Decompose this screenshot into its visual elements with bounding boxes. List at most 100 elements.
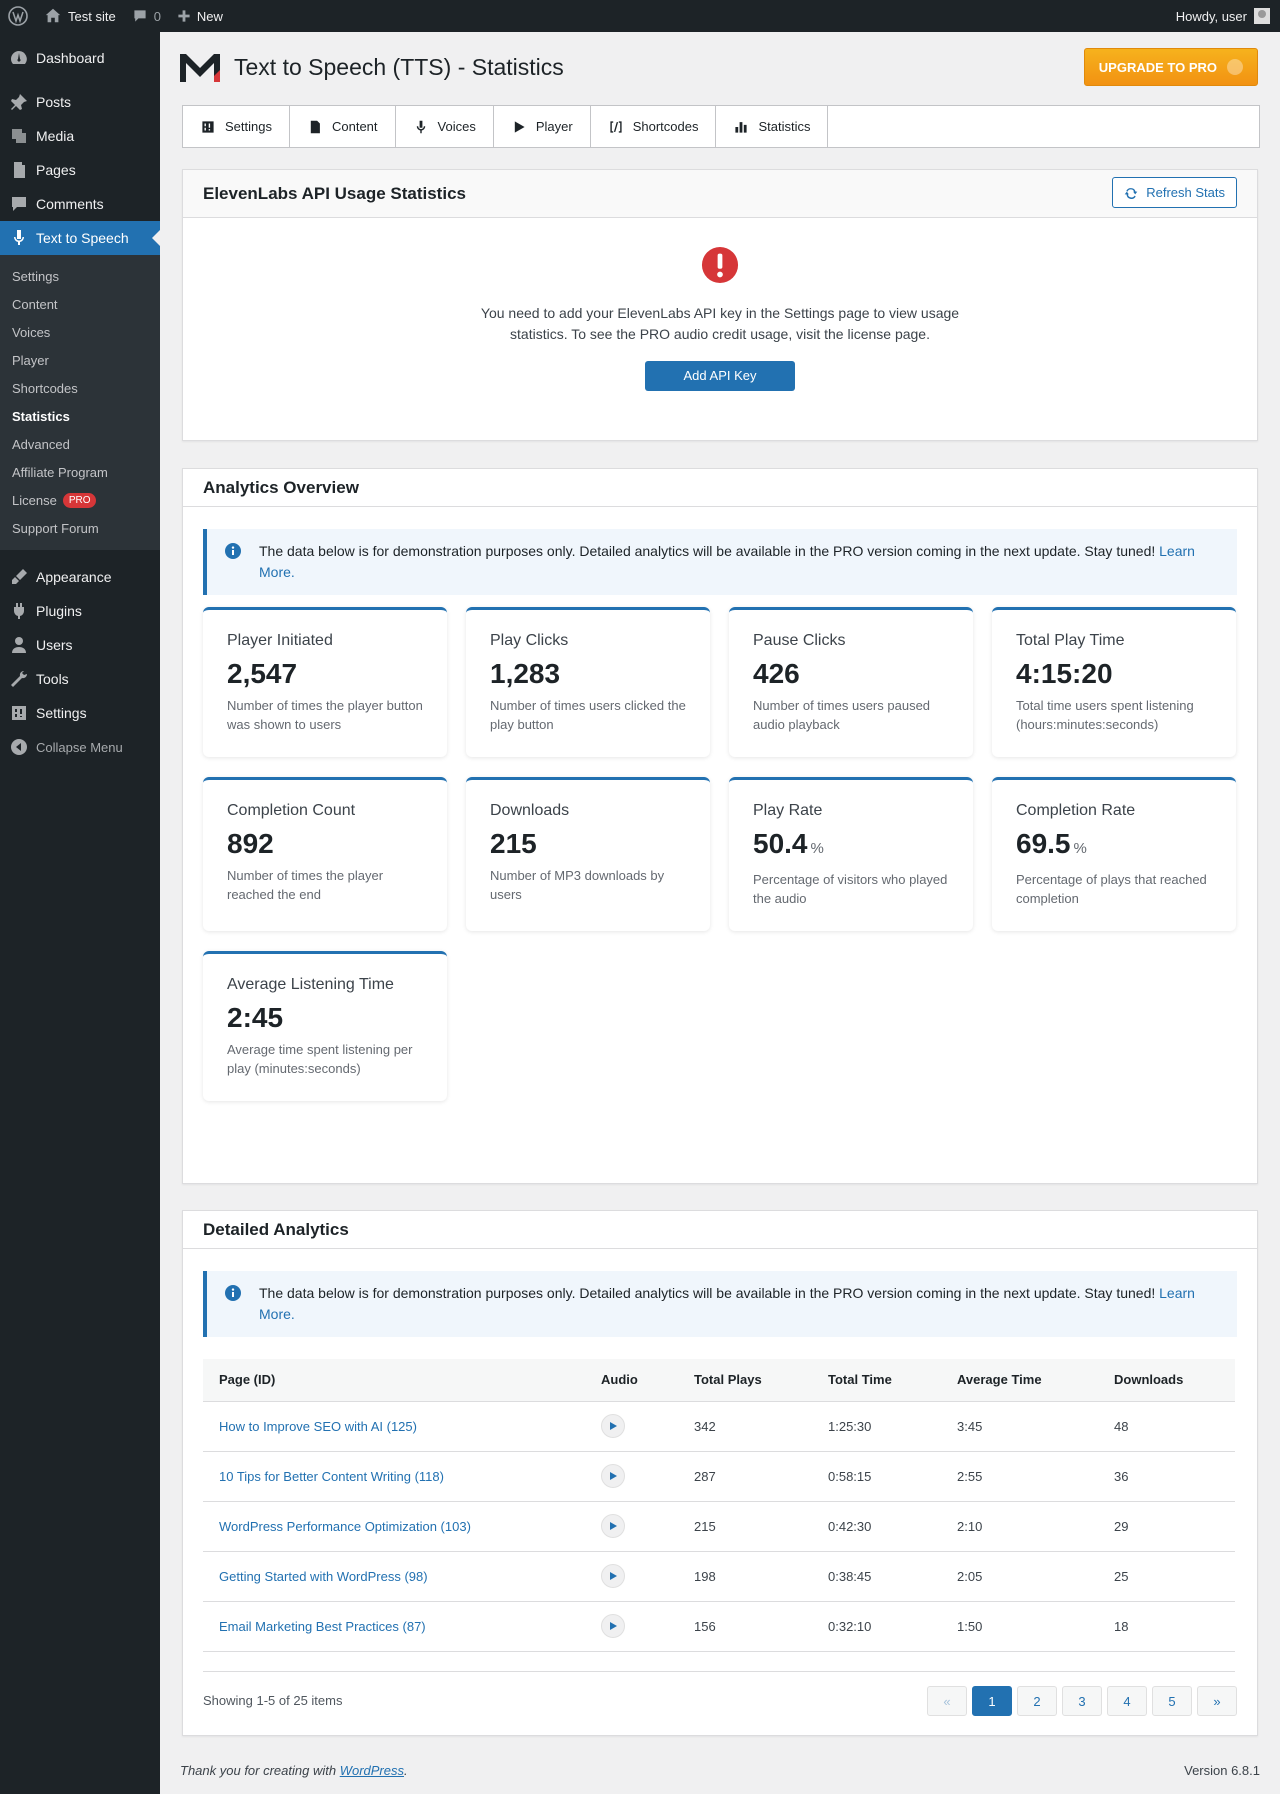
menu-dashboard[interactable]: Dashboard (0, 41, 160, 75)
submenu-license[interactable]: License PRO (0, 486, 160, 514)
play-audio-button[interactable] (601, 1514, 625, 1538)
tab-label: Player (535, 119, 573, 134)
page-button-3[interactable]: 3 (1062, 1686, 1102, 1716)
settings-sliders-icon (12, 706, 26, 720)
analytics-overview-card: Analytics Overview The data below is for… (182, 468, 1258, 1184)
play-audio-button[interactable] (601, 1464, 625, 1488)
site-name-link[interactable]: Test site (36, 0, 124, 32)
play-audio-button[interactable] (601, 1564, 625, 1588)
submenu-voices[interactable]: Voices (0, 318, 160, 346)
tab-statistics[interactable]: Statistics (716, 106, 829, 147)
menu-plugins[interactable]: Plugins (0, 594, 160, 628)
submenu-content[interactable]: Content (0, 290, 160, 318)
column-header[interactable]: Audio (585, 1359, 678, 1402)
plugin-logo-icon (180, 54, 220, 82)
wordpress-logo-icon[interactable] (0, 0, 36, 32)
submenu-statistics[interactable]: Statistics (0, 402, 160, 430)
page-link[interactable]: Getting Started with WordPress (98) (219, 1569, 428, 1584)
microphone-icon (416, 120, 425, 133)
column-header[interactable]: Average Time (941, 1359, 1098, 1402)
tab-shortcodes[interactable]: Shortcodes (591, 106, 717, 147)
add-api-key-button[interactable]: Add API Key (645, 361, 795, 391)
page-link[interactable]: How to Improve SEO with AI (125) (219, 1419, 417, 1434)
info-icon (225, 543, 241, 559)
submenu-shortcodes[interactable]: Shortcodes (0, 374, 160, 402)
upgrade-label: UPGRADE TO PRO (1098, 59, 1217, 75)
refresh-stats-button[interactable]: Refresh Stats (1112, 177, 1237, 208)
table-row: 10 Tips for Better Content Writing (118)… (203, 1451, 1235, 1502)
stat-number: 426 (753, 658, 800, 689)
new-content-link[interactable]: New (169, 0, 231, 32)
wordpress-link[interactable]: WordPress (340, 1763, 404, 1778)
page-button-4[interactable]: 4 (1107, 1686, 1147, 1716)
menu-media[interactable]: Media (0, 119, 160, 153)
stat-description: Number of times the player button was sh… (227, 698, 423, 732)
stat-number: 1,283 (490, 658, 561, 689)
collapse-menu-button[interactable]: Collapse Menu (0, 730, 160, 764)
menu-label: Users (36, 637, 73, 653)
pro-badge: PRO (62, 492, 97, 508)
table-row: Getting Started with WordPress (98) 198 … (203, 1551, 1235, 1602)
page-link[interactable]: Email Marketing Best Practices (87) (219, 1619, 426, 1634)
stat-label: Play Rate (753, 802, 823, 819)
demo-notice: The data below is for demonstration purp… (203, 529, 1237, 595)
menu-text-to-speech[interactable]: Text to Speech (0, 221, 160, 255)
upgrade-to-pro-button[interactable]: UPGRADE TO PRO (1083, 48, 1258, 86)
menu-label: Pages (36, 162, 76, 178)
comments-link[interactable]: 0 (124, 0, 169, 32)
play-audio-button[interactable] (601, 1614, 625, 1638)
stat-value: 2,547 (227, 658, 423, 690)
downloads: 18 (1098, 1601, 1235, 1652)
submenu-advanced[interactable]: Advanced (0, 430, 160, 458)
menu-appearance[interactable]: Appearance (0, 560, 160, 594)
average-time: 2:55 (941, 1451, 1098, 1502)
tab-voices[interactable]: Voices (396, 106, 494, 147)
menu-tools[interactable]: Tools (0, 662, 160, 696)
submenu-settings[interactable]: Settings (0, 262, 160, 290)
comments-count: 0 (153, 8, 161, 24)
menu-pages[interactable]: Pages (0, 153, 160, 187)
play-audio-button[interactable] (601, 1414, 625, 1438)
stat-card: Player Initiated 2,547 Number of times t… (203, 607, 447, 757)
downloads: 48 (1098, 1401, 1235, 1452)
menu-settings[interactable]: Settings (0, 696, 160, 730)
footer-version: Version 6.8.1 (1184, 1763, 1260, 1778)
api-usage-card: ElevenLabs API Usage Statistics Refresh … (182, 169, 1258, 441)
tab-player[interactable]: Player (494, 106, 591, 147)
plus-icon (178, 10, 190, 22)
total-plays: 215 (678, 1501, 812, 1552)
column-header[interactable]: Total Plays (678, 1359, 812, 1402)
page-link[interactable]: 10 Tips for Better Content Writing (118) (219, 1469, 444, 1484)
stat-value: 69.5% (1016, 828, 1212, 860)
menu-comments[interactable]: Comments (0, 187, 160, 221)
submenu-affiliate[interactable]: Affiliate Program (0, 458, 160, 486)
menu-users[interactable]: Users (0, 628, 160, 662)
stat-number: 215 (490, 828, 537, 859)
column-header[interactable]: Total Time (812, 1359, 941, 1402)
page-button-1[interactable]: 1 (972, 1686, 1012, 1716)
downloads: 25 (1098, 1551, 1235, 1602)
stat-description: Number of MP3 downloads by users (490, 868, 665, 902)
avatar (1254, 8, 1270, 24)
tab-settings[interactable]: Settings (183, 106, 290, 147)
column-header[interactable]: Downloads (1098, 1359, 1235, 1402)
stat-label: Average Listening Time (227, 976, 394, 993)
play-icon (610, 1422, 617, 1430)
stat-value: 2:45 (227, 1002, 423, 1034)
menu-posts[interactable]: Posts (0, 85, 160, 119)
my-account[interactable]: Howdy, user (1176, 8, 1280, 24)
submenu-support[interactable]: Support Forum (0, 514, 160, 542)
page-button-5[interactable]: 5 (1152, 1686, 1192, 1716)
comment-icon (134, 10, 146, 22)
stat-unit: % (810, 840, 824, 857)
column-header[interactable]: Page (ID) (203, 1359, 585, 1402)
submenu-player[interactable]: Player (0, 346, 160, 374)
analytics-table: Page (ID) Audio Total Plays Total Time A… (203, 1359, 1235, 1652)
submenu-label: Statistics (12, 408, 70, 424)
page-next-button[interactable]: » (1197, 1686, 1237, 1716)
tab-content[interactable]: Content (290, 106, 396, 147)
page-button-2[interactable]: 2 (1017, 1686, 1057, 1716)
page-link[interactable]: WordPress Performance Optimization (103) (219, 1519, 471, 1534)
info-icon (225, 1285, 241, 1301)
page-prev-button[interactable]: « (927, 1686, 967, 1716)
